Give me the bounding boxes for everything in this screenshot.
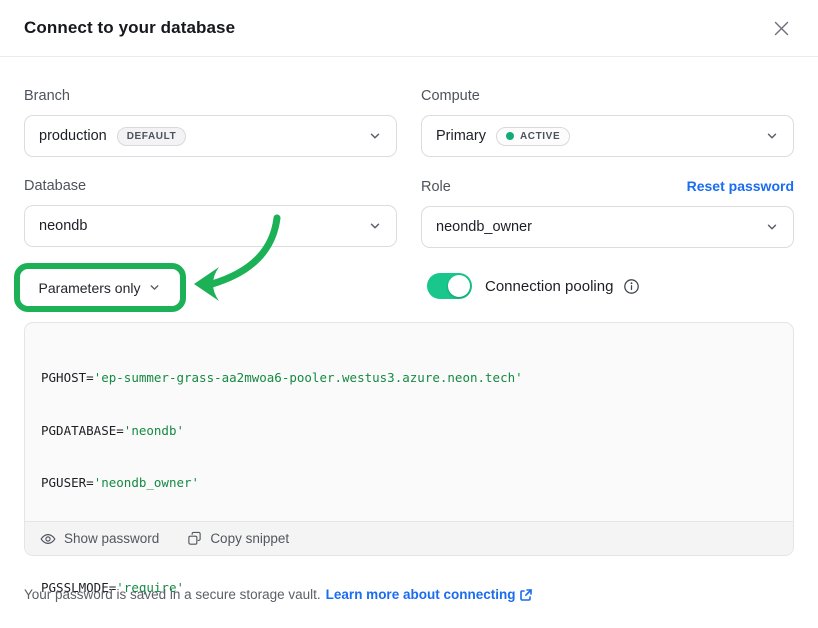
active-status-dot	[506, 132, 514, 140]
snippet-toolbar: Show password Copy snippet	[25, 521, 793, 555]
compute-label: Compute	[421, 88, 480, 104]
footnote-text: Your password is saved in a secure stora…	[24, 587, 321, 602]
copy-snippet-label: Copy snippet	[210, 531, 289, 546]
snippet-format-select[interactable]: Parameters only	[39, 280, 162, 296]
database-value: neondb	[39, 218, 87, 234]
active-badge: ACTIVE	[496, 127, 570, 146]
copy-icon	[187, 531, 202, 546]
close-button[interactable]	[768, 15, 794, 41]
compute-value: Primary	[436, 128, 486, 144]
info-icon[interactable]	[623, 278, 640, 295]
dialog-header: Connect to your database	[0, 0, 818, 57]
chevron-down-icon	[368, 219, 382, 233]
chevron-down-icon	[765, 129, 779, 143]
annotation-highlight-box: Parameters only	[14, 263, 186, 312]
connection-pooling-toggle[interactable]	[427, 273, 472, 299]
reset-password-link[interactable]: Reset password	[687, 178, 794, 194]
connect-database-dialog: Connect to your database Branch producti…	[0, 0, 818, 628]
show-password-label: Show password	[64, 531, 159, 546]
close-icon	[773, 20, 790, 37]
compute-field: Compute Primary ACTIVE	[421, 88, 794, 157]
code-line: PGUSER='neondb_owner'	[41, 474, 777, 492]
branch-value: production	[39, 128, 107, 144]
external-link-icon	[519, 588, 533, 602]
default-badge: DEFAULT	[117, 127, 187, 146]
role-value: neondb_owner	[436, 219, 532, 235]
compute-select[interactable]: Primary ACTIVE	[421, 115, 794, 157]
copy-snippet-button[interactable]: Copy snippet	[187, 531, 289, 546]
database-select[interactable]: neondb	[24, 205, 397, 247]
learn-more-label: Learn more about connecting	[326, 587, 516, 602]
branch-label: Branch	[24, 88, 70, 104]
snippet-format-value: Parameters only	[39, 280, 141, 296]
toggle-knob	[448, 275, 470, 297]
database-label: Database	[24, 178, 86, 194]
active-badge-label: ACTIVE	[520, 131, 560, 142]
code-line: PGDATABASE='neondb'	[41, 422, 777, 440]
branch-field: Branch production DEFAULT	[24, 88, 397, 157]
code-line: PGHOST='ep-summer-grass-aa2mwoa6-pooler.…	[41, 369, 777, 387]
connection-pooling-label: Connection pooling	[485, 278, 613, 295]
connection-parameters-code: PGHOST='ep-summer-grass-aa2mwoa6-pooler.…	[25, 323, 793, 628]
chevron-down-icon	[765, 220, 779, 234]
role-field: Role Reset password neondb_owner	[421, 178, 794, 248]
show-password-button[interactable]: Show password	[40, 531, 159, 547]
chevron-down-icon	[368, 129, 382, 143]
role-label: Role	[421, 179, 451, 195]
learn-more-link[interactable]: Learn more about connecting	[326, 587, 534, 602]
role-select[interactable]: neondb_owner	[421, 206, 794, 248]
dialog-title: Connect to your database	[24, 18, 235, 38]
database-field: Database neondb	[24, 178, 397, 247]
branch-select[interactable]: production DEFAULT	[24, 115, 397, 157]
eye-icon	[40, 531, 56, 547]
footnote: Your password is saved in a secure stora…	[24, 587, 533, 602]
connection-pooling-row: Connection pooling	[427, 273, 640, 299]
chevron-down-icon	[148, 281, 161, 294]
connection-snippet-panel: PGHOST='ep-summer-grass-aa2mwoa6-pooler.…	[24, 322, 794, 556]
